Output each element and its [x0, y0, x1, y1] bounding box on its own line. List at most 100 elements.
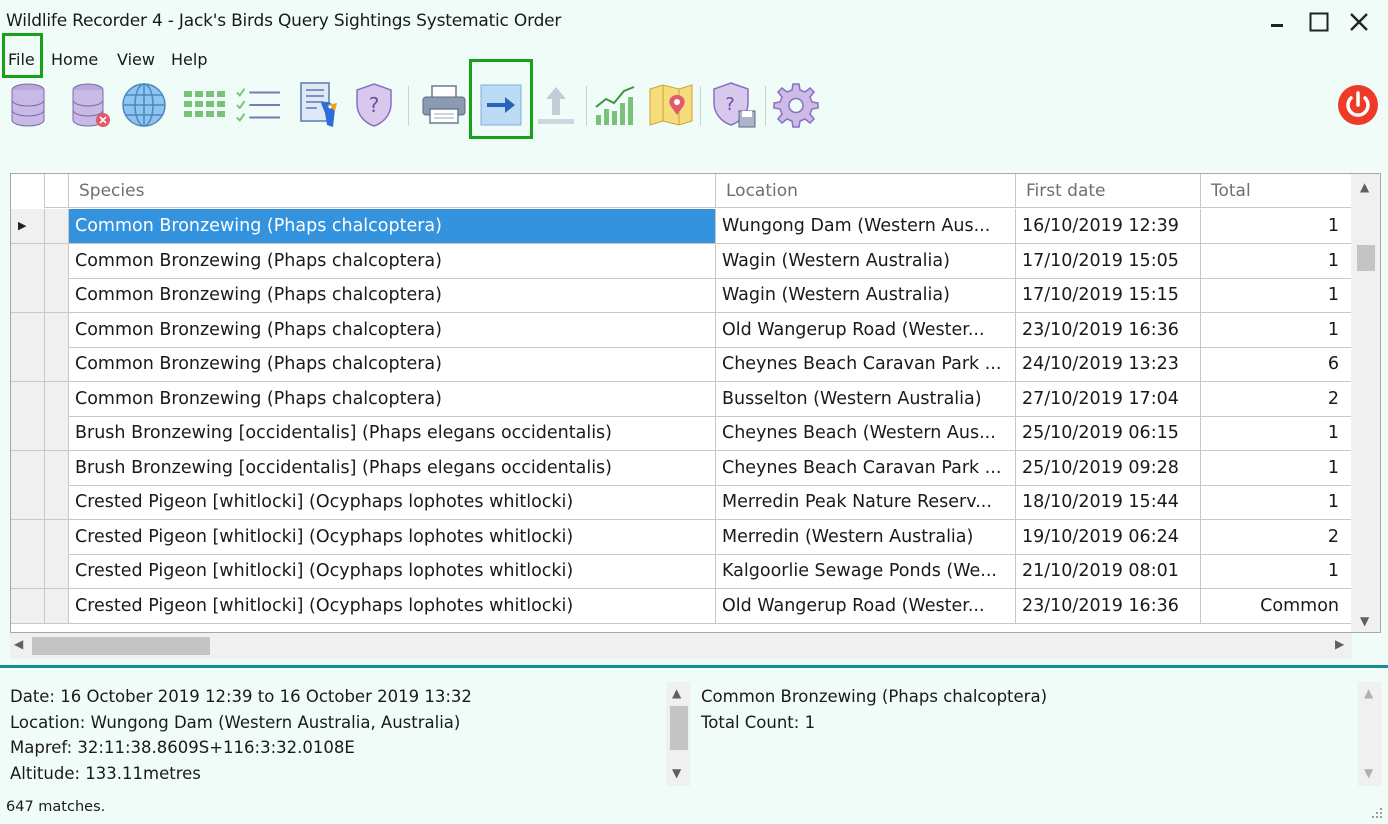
- scroll-left-icon[interactable]: ◀: [14, 637, 23, 651]
- cell-location[interactable]: Kalgoorlie Sewage Ponds (We...: [716, 554, 1016, 589]
- cell-first-date[interactable]: 17/10/2019 15:15: [1016, 278, 1201, 313]
- detail-scrollbar[interactable]: ▲ ▼: [666, 682, 690, 786]
- cell-total[interactable]: 1: [1201, 554, 1352, 589]
- help-shield-button[interactable]: ?: [350, 80, 398, 130]
- cell-first-date[interactable]: 27/10/2019 17:04: [1016, 381, 1201, 417]
- checklist-button[interactable]: [234, 80, 282, 130]
- menu-help[interactable]: Help: [171, 50, 207, 69]
- scroll-up-icon[interactable]: ▲: [1360, 180, 1369, 194]
- horizontal-scroll-thumb[interactable]: [32, 637, 210, 655]
- cell-location[interactable]: Wungong Dam (Western Aus...: [716, 209, 1016, 244]
- cell-species[interactable]: Crested Pigeon [whitlocki] (Ocyphaps lop…: [69, 519, 716, 555]
- cell-species[interactable]: Common Bronzewing (Phaps chalcoptera): [69, 278, 716, 313]
- cell-species[interactable]: Crested Pigeon [whitlocki] (Ocyphaps lop…: [69, 554, 716, 589]
- panel-splitter[interactable]: [0, 665, 1388, 668]
- horizontal-scrollbar[interactable]: ◀ ▶: [10, 633, 1352, 659]
- cell-species[interactable]: Brush Bronzewing [occidentalis] (Phaps e…: [69, 450, 716, 486]
- menu-view[interactable]: View: [117, 50, 155, 69]
- map-button[interactable]: [647, 80, 695, 130]
- detail-scroll-thumb[interactable]: [670, 706, 688, 750]
- cell-species[interactable]: Brush Bronzewing [occidentalis] (Phaps e…: [69, 416, 716, 451]
- column-first-date[interactable]: First date: [1016, 174, 1201, 208]
- resize-grip-icon[interactable]: [1370, 806, 1384, 820]
- print-button[interactable]: [420, 80, 468, 130]
- cell-total[interactable]: 1: [1201, 450, 1352, 486]
- grid-view-button[interactable]: [180, 80, 228, 130]
- species-scroll-up-icon[interactable]: ▲: [1364, 686, 1373, 700]
- cell-location[interactable]: Busselton (Western Australia): [716, 381, 1016, 417]
- cell-species[interactable]: Crested Pigeon [whitlocki] (Ocyphaps lop…: [69, 588, 716, 624]
- database-button[interactable]: [4, 80, 52, 130]
- upload-button[interactable]: [532, 80, 580, 130]
- cell-species[interactable]: Common Bronzewing (Phaps chalcoptera): [69, 209, 716, 244]
- cell-first-date[interactable]: 21/10/2019 08:01: [1016, 554, 1201, 589]
- cell-total[interactable]: 1: [1201, 485, 1352, 520]
- cell-location[interactable]: Wagin (Western Australia): [716, 278, 1016, 313]
- cell-first-date[interactable]: 23/10/2019 16:36: [1016, 588, 1201, 624]
- cell-first-date[interactable]: 17/10/2019 15:05: [1016, 243, 1201, 279]
- detail-scroll-up-icon[interactable]: ▲: [672, 686, 681, 700]
- row-selector[interactable]: [11, 519, 45, 555]
- cell-first-date[interactable]: 19/10/2019 06:24: [1016, 519, 1201, 555]
- row-selector[interactable]: ▶: [11, 209, 45, 244]
- cell-first-date[interactable]: 18/10/2019 15:44: [1016, 485, 1201, 520]
- cell-first-date[interactable]: 24/10/2019 13:23: [1016, 347, 1201, 382]
- bird-report-button[interactable]: [295, 80, 343, 130]
- cell-total[interactable]: 1: [1201, 416, 1352, 451]
- cell-first-date[interactable]: 16/10/2019 12:39: [1016, 209, 1201, 244]
- cell-total[interactable]: Common: [1201, 588, 1352, 624]
- cell-total[interactable]: 6: [1201, 347, 1352, 382]
- row-selector[interactable]: [11, 450, 45, 486]
- cell-species[interactable]: Common Bronzewing (Phaps chalcoptera): [69, 312, 716, 348]
- cell-location[interactable]: Merredin (Western Australia): [716, 519, 1016, 555]
- species-detail-scrollbar[interactable]: ▲ ▼: [1358, 682, 1382, 786]
- cell-species[interactable]: Common Bronzewing (Phaps chalcoptera): [69, 347, 716, 382]
- cell-total[interactable]: 2: [1201, 381, 1352, 417]
- cell-first-date[interactable]: 25/10/2019 09:28: [1016, 450, 1201, 486]
- cell-location[interactable]: Old Wangerup Road (Wester...: [716, 588, 1016, 624]
- cell-location[interactable]: Old Wangerup Road (Wester...: [716, 312, 1016, 348]
- cell-total[interactable]: 2: [1201, 519, 1352, 555]
- detail-scroll-down-icon[interactable]: ▼: [672, 766, 681, 780]
- cell-species[interactable]: Crested Pigeon [whitlocki] (Ocyphaps lop…: [69, 485, 716, 520]
- row-selector[interactable]: [11, 485, 45, 520]
- chart-button[interactable]: [592, 80, 640, 130]
- row-selector[interactable]: [11, 554, 45, 589]
- exit-button[interactable]: [1334, 80, 1382, 130]
- species-scroll-down-icon[interactable]: ▼: [1364, 766, 1373, 780]
- cell-location[interactable]: Cheynes Beach (Western Aus...: [716, 416, 1016, 451]
- database-delete-button[interactable]: [66, 80, 114, 130]
- row-selector[interactable]: [11, 278, 45, 313]
- vertical-scrollbar[interactable]: ▲ ▼: [1351, 174, 1380, 632]
- column-location[interactable]: Location: [716, 174, 1016, 208]
- cell-first-date[interactable]: 25/10/2019 06:15: [1016, 416, 1201, 451]
- row-selector[interactable]: [11, 312, 45, 348]
- settings-button[interactable]: [772, 80, 820, 130]
- minimize-button[interactable]: [1257, 6, 1297, 38]
- menu-home[interactable]: Home: [51, 50, 98, 69]
- column-species[interactable]: Species: [69, 174, 716, 208]
- globe-button[interactable]: [120, 80, 168, 130]
- row-selector[interactable]: [11, 416, 45, 451]
- cell-total[interactable]: 1: [1201, 278, 1352, 313]
- cell-total[interactable]: 1: [1201, 243, 1352, 279]
- cell-first-date[interactable]: 23/10/2019 16:36: [1016, 312, 1201, 348]
- row-selector[interactable]: [11, 588, 45, 624]
- row-selector[interactable]: [11, 347, 45, 382]
- cell-total[interactable]: 1: [1201, 209, 1352, 244]
- row-selector[interactable]: [11, 243, 45, 279]
- column-total[interactable]: Total: [1201, 174, 1352, 208]
- scroll-down-icon[interactable]: ▼: [1360, 614, 1369, 628]
- scroll-right-icon[interactable]: ▶: [1335, 637, 1344, 651]
- cell-location[interactable]: Wagin (Western Australia): [716, 243, 1016, 279]
- row-selector[interactable]: [11, 381, 45, 417]
- maximize-button[interactable]: [1299, 6, 1339, 38]
- cell-location[interactable]: Cheynes Beach Caravan Park ...: [716, 347, 1016, 382]
- cell-total[interactable]: 1: [1201, 312, 1352, 348]
- cell-species[interactable]: Common Bronzewing (Phaps chalcoptera): [69, 381, 716, 417]
- shield-save-button[interactable]: ?: [710, 80, 758, 130]
- cell-species[interactable]: Common Bronzewing (Phaps chalcoptera): [69, 243, 716, 279]
- vertical-scroll-thumb[interactable]: [1357, 245, 1375, 271]
- cell-location[interactable]: Cheynes Beach Caravan Park ...: [716, 450, 1016, 486]
- cell-location[interactable]: Merredin Peak Nature Reserv...: [716, 485, 1016, 520]
